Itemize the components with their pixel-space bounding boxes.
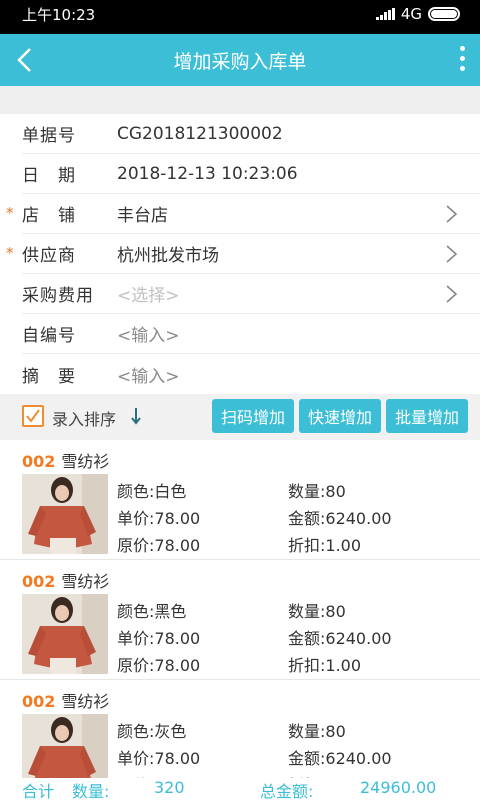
- form-row-date[interactable]: 日 期 2018-12-13 10:23:06: [22, 154, 480, 194]
- product-thumbnail[interactable]: [22, 594, 108, 674]
- section-divider: [0, 86, 480, 114]
- item-unit-price: 单价:78.00: [117, 629, 201, 648]
- totals-bar: 合计 数量: 320 总金额: 24960.00: [0, 778, 480, 801]
- arrow-down-icon[interactable]: [130, 407, 142, 425]
- check-icon: [26, 409, 40, 423]
- page-title: 增加采购入库单: [173, 51, 307, 73]
- required-mark: *: [6, 204, 14, 222]
- item-discount: 折扣:1.00: [288, 536, 362, 555]
- item-code: 002: [22, 692, 56, 711]
- item-list: 002 雪纺衫 颜色:白色 数量:80 单价:78.00 金额:6240.00 原…: [0, 440, 480, 800]
- chevron-right-icon[interactable]: [444, 205, 458, 223]
- item-code: 002: [22, 572, 56, 591]
- total-qty-value: 320: [154, 778, 185, 797]
- form-row-order-no: 单据号 CG2018121300002: [22, 114, 480, 154]
- form-row-purchase-fee[interactable]: 采购费用 <选择>: [22, 274, 480, 314]
- total-amount-value: 24960.00: [360, 778, 437, 797]
- list-item[interactable]: 002 雪纺衫 颜色:白色 数量:80 单价:78.00 金额:6240.00 原…: [0, 440, 480, 560]
- form-row-store[interactable]: * 店 铺 丰台店: [6, 194, 480, 234]
- item-name: 雪纺衫: [61, 692, 110, 711]
- item-original-price: 原价:78.00: [117, 656, 201, 675]
- quick-add-button[interactable]: 快速增加: [299, 399, 381, 433]
- required-mark: *: [6, 244, 14, 262]
- network-label: 4G: [400, 5, 422, 23]
- total-qty-label: 数量:: [72, 782, 110, 801]
- supplier-label: 供应商: [22, 246, 76, 266]
- self-code-input[interactable]: <输入>: [117, 321, 180, 346]
- form-row-summary[interactable]: 摘 要 <输入>: [22, 354, 480, 394]
- order-form: 单据号 CG2018121300002 日 期 2018-12-13 10:23…: [0, 114, 480, 394]
- batch-add-button[interactable]: 批量增加: [386, 399, 468, 433]
- sort-label[interactable]: 录入排序: [52, 406, 116, 430]
- summary-label: 摘 要: [22, 366, 76, 387]
- sort-checkbox[interactable]: [22, 405, 44, 427]
- self-code-label: 自编号: [22, 326, 76, 346]
- status-time: 上午10:23: [22, 6, 96, 24]
- order-no-value: CG2018121300002: [117, 123, 283, 144]
- product-thumbnail[interactable]: [22, 474, 108, 554]
- item-amount: 金额:6240.00: [288, 749, 392, 768]
- order-no-label: 单据号: [22, 126, 76, 146]
- item-name: 雪纺衫: [61, 452, 110, 471]
- item-quantity: 数量:80: [288, 602, 346, 621]
- purchase-fee-select[interactable]: <选择>: [117, 281, 180, 306]
- list-item[interactable]: 002 雪纺衫 颜色:黑色 数量:80 单价:78.00 金额:6240.00 原…: [0, 560, 480, 680]
- scan-add-button[interactable]: 扫码增加: [212, 399, 294, 433]
- item-name: 雪纺衫: [61, 572, 110, 591]
- store-label: 店 铺: [22, 206, 76, 226]
- date-value[interactable]: 2018-12-13 10:23:06: [117, 164, 298, 184]
- total-amount-label: 总金额:: [260, 782, 314, 801]
- chevron-right-icon[interactable]: [444, 285, 458, 303]
- item-color: 颜色:灰色: [117, 722, 187, 741]
- signal-icon: [375, 8, 395, 20]
- item-discount: 折扣:1.00: [288, 656, 362, 675]
- battery-icon: [428, 7, 460, 21]
- store-value[interactable]: 丰台店: [117, 201, 168, 226]
- total-label: 合计: [22, 782, 55, 801]
- item-unit-price: 单价:78.00: [117, 749, 201, 768]
- item-color: 颜色:黑色: [117, 602, 187, 621]
- item-amount: 金额:6240.00: [288, 629, 392, 648]
- item-quantity: 数量:80: [288, 722, 346, 741]
- item-color: 颜色:白色: [117, 482, 187, 501]
- more-menu-icon[interactable]: [458, 46, 466, 74]
- item-amount: 金额:6240.00: [288, 509, 392, 528]
- form-row-self-code[interactable]: 自编号 <输入>: [22, 314, 480, 354]
- purchase-fee-label: 采购费用: [22, 286, 94, 306]
- item-unit-price: 单价:78.00: [117, 509, 201, 528]
- chevron-right-icon[interactable]: [444, 245, 458, 263]
- action-bar: 录入排序 扫码增加 快速增加 批量增加: [0, 394, 480, 440]
- status-bar: 上午10:23 4G: [0, 0, 480, 34]
- summary-input[interactable]: <输入>: [117, 362, 180, 387]
- item-quantity: 数量:80: [288, 482, 346, 501]
- item-code: 002: [22, 452, 56, 471]
- form-row-supplier[interactable]: * 供应商 杭州批发市场: [6, 234, 480, 274]
- date-label: 日 期: [22, 166, 76, 186]
- item-original-price: 原价:78.00: [117, 536, 201, 555]
- title-bar: 增加采购入库单: [0, 34, 480, 86]
- supplier-value[interactable]: 杭州批发市场: [117, 241, 219, 266]
